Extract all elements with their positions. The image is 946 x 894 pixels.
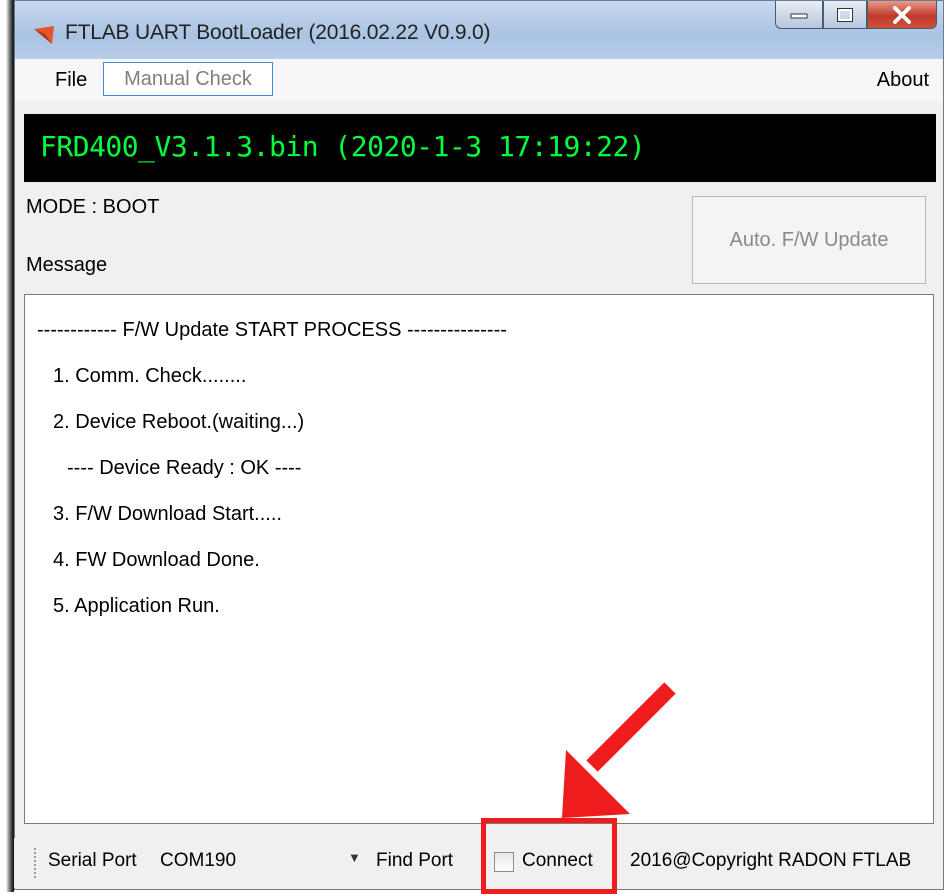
menu-about[interactable]: About	[877, 69, 929, 92]
toolbar-grip[interactable]	[34, 848, 36, 878]
serial-port-dropdown[interactable]: COM190	[160, 850, 236, 872]
log-line: 4. FW Download Done.	[53, 549, 260, 571]
dropdown-arrow-icon[interactable]: ▼	[348, 850, 361, 865]
app-icon	[34, 26, 54, 44]
serial-port-label: Serial Port	[48, 850, 137, 871]
message-log[interactable]: ------------ F/W Update START PROCESS --…	[24, 294, 934, 824]
connect-highlight-box	[481, 818, 617, 894]
maximize-icon	[837, 7, 853, 22]
status-bar: Serial Port COM190 ▼ Find Port Connect 2…	[14, 838, 942, 888]
menu-file[interactable]: File	[55, 69, 87, 92]
menu-bar: File Manual Check About	[15, 59, 943, 101]
pointer-arrow-icon	[562, 682, 676, 818]
minimize-icon	[790, 13, 808, 18]
message-label: Message	[26, 254, 108, 276]
firmware-file-display: FRD400_V3.1.3.bin (2020-1-3 17:19:22)	[24, 114, 936, 182]
maximize-button[interactable]	[823, 1, 867, 29]
close-button[interactable]	[867, 1, 937, 29]
auto-fw-update-button[interactable]: Auto. F/W Update	[692, 196, 926, 284]
mode-status: MODE : BOOT	[26, 196, 160, 218]
log-line: 3. F/W Download Start.....	[53, 503, 282, 525]
close-icon	[893, 5, 911, 24]
log-line: 5. Application Run.	[53, 595, 220, 617]
menu-manual-check[interactable]: Manual Check	[103, 62, 273, 96]
log-line: ---- Device Ready : OK ----	[67, 457, 302, 479]
minimize-button[interactable]	[775, 1, 823, 29]
window-title: FTLAB UART BootLoader (2016.02.22 V0.9.0…	[65, 21, 491, 44]
title-bar[interactable]: FTLAB UART BootLoader (2016.02.22 V0.9.0…	[15, 1, 943, 59]
window-shadow	[0, 0, 14, 892]
log-line: 1. Comm. Check........	[53, 365, 247, 387]
firmware-file-name: FRD400_V3.1.3.bin (2020-1-3 17:19:22)	[40, 130, 646, 163]
copyright-text: 2016@Copyright RADON FTLAB	[630, 850, 912, 871]
find-port-button[interactable]: Find Port	[376, 850, 453, 872]
log-line: 2. Device Reboot.(waiting...)	[53, 411, 305, 433]
log-line: ------------ F/W Update START PROCESS --…	[37, 319, 507, 341]
